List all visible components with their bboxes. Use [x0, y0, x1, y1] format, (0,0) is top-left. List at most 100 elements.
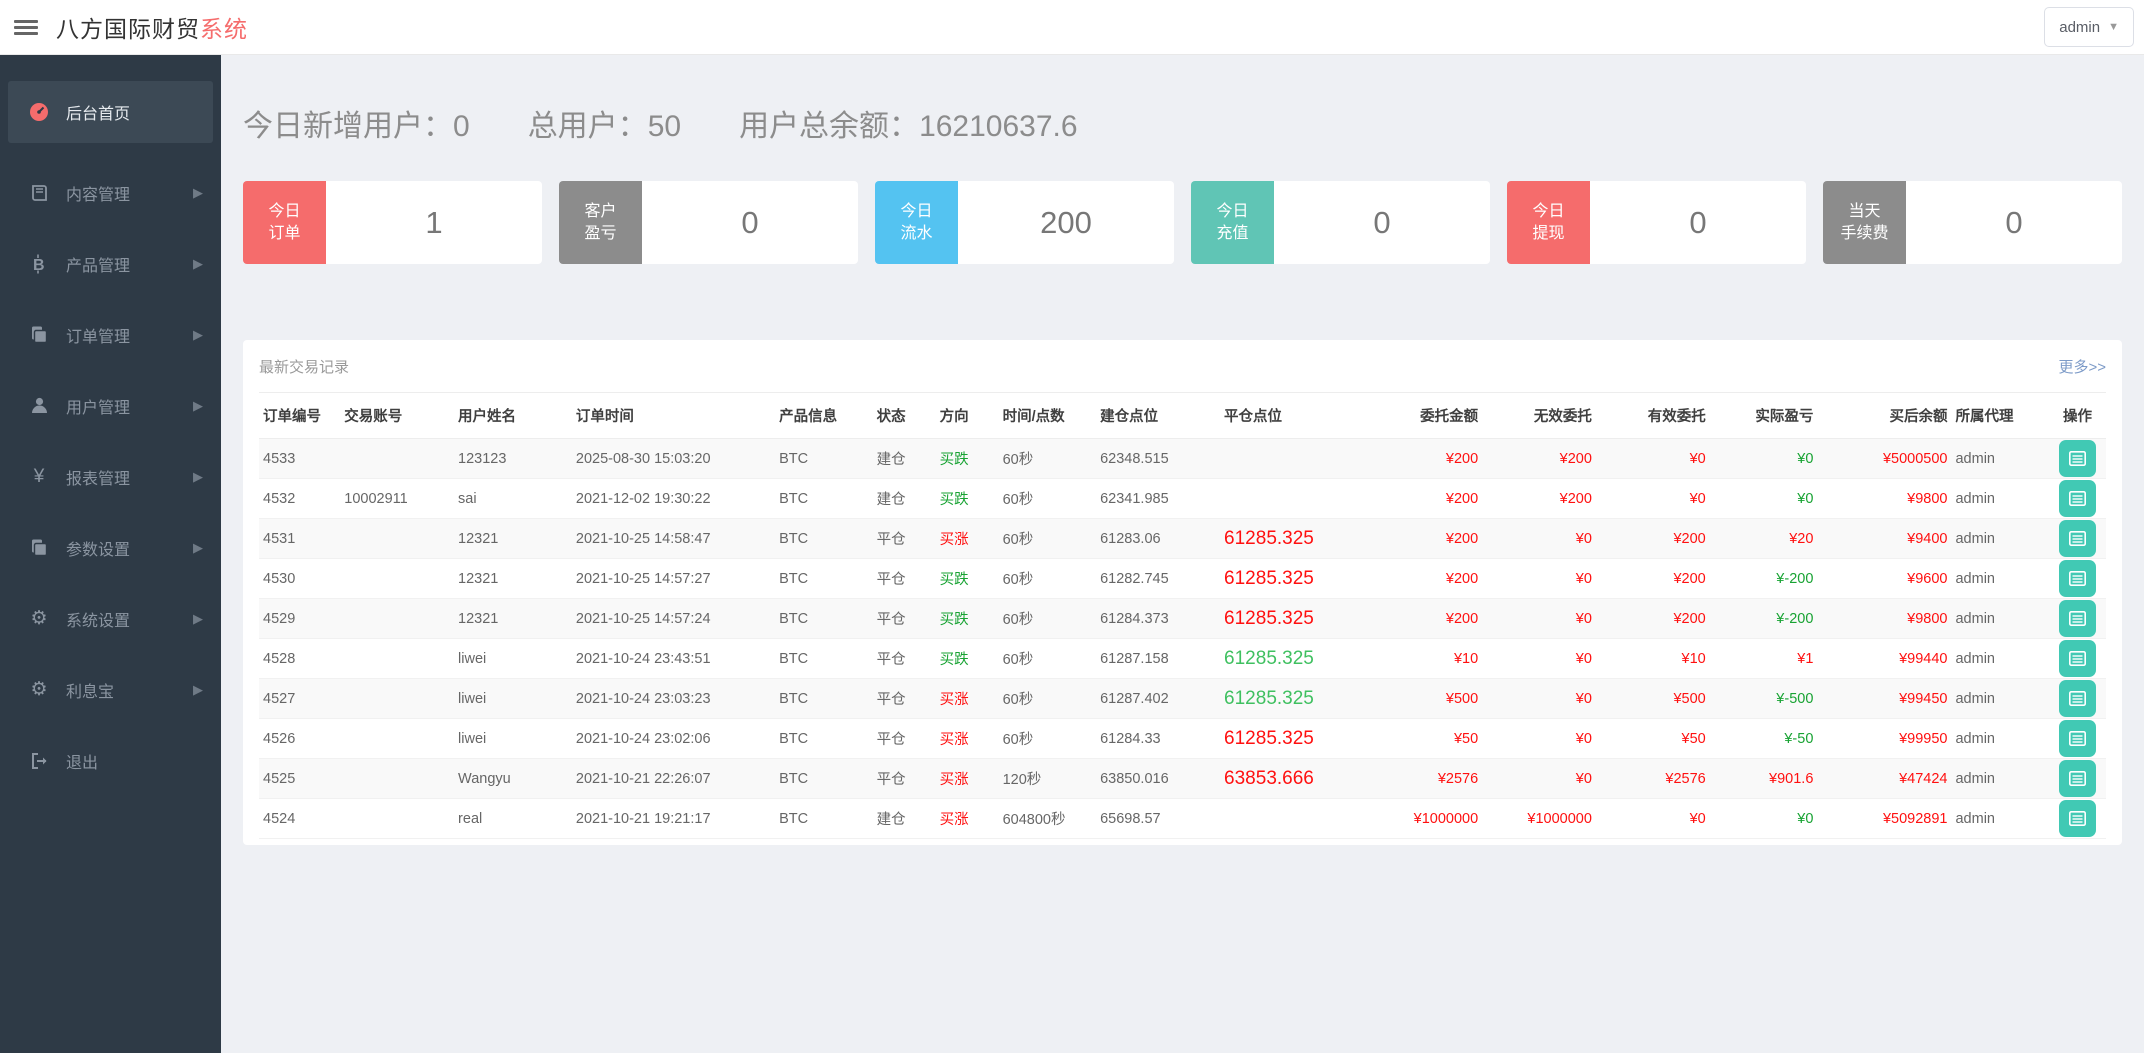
- column-header-balance: 买后余额: [1817, 393, 1951, 439]
- cell-id: 4527: [259, 679, 340, 719]
- summary-stats: 今日新增用户：0 总用户：50 用户总余额：16210637.6: [243, 101, 2122, 145]
- files-icon: [26, 325, 52, 344]
- cell-action: [2049, 799, 2106, 839]
- stat-card-today-fees: 当天手续费0: [1823, 181, 2122, 264]
- user-name: admin: [2059, 19, 2100, 36]
- cell-id: 4524: [259, 799, 340, 839]
- stat-card-value: 0: [1590, 181, 1806, 264]
- cell-close: 61285.325: [1220, 559, 1362, 599]
- cell-agent: admin: [1951, 439, 2049, 479]
- chevron-right-icon: ▶: [193, 682, 203, 698]
- cell-open: 63850.016: [1096, 759, 1220, 799]
- stat-card-label: 当天手续费: [1823, 181, 1906, 264]
- cell-account: [340, 679, 454, 719]
- cell-action: [2049, 559, 2106, 599]
- cell-close: [1220, 439, 1362, 479]
- order-detail-button[interactable]: [2059, 720, 2096, 757]
- sidebar-item-params[interactable]: 参数设置▶: [0, 512, 221, 583]
- order-detail-button[interactable]: [2059, 480, 2096, 517]
- table-row: 4528liwei2021-10-24 23:43:51BTC平仓买跌60秒61…: [259, 639, 2106, 679]
- cell-duration: 60秒: [999, 639, 1097, 679]
- cell-agent: admin: [1951, 599, 2049, 639]
- cell-valid: ¥50: [1596, 719, 1710, 759]
- more-link[interactable]: 更多>>: [2058, 356, 2106, 377]
- cell-account: [340, 559, 454, 599]
- stat-card-value: 0: [1906, 181, 2122, 264]
- cell-product: BTC: [775, 639, 873, 679]
- sidebar-item-product[interactable]: B产品管理▶: [0, 228, 221, 299]
- stat-total-users: 总用户：50: [528, 101, 681, 145]
- top-bar: 八方国际财贸系统 admin ▼: [0, 0, 2144, 55]
- cell-account: [340, 599, 454, 639]
- cell-product: BTC: [775, 519, 873, 559]
- cell-product: BTC: [775, 719, 873, 759]
- cell-balance: ¥9800: [1817, 479, 1951, 519]
- cell-time: 2021-10-21 22:26:07: [572, 759, 775, 799]
- sidebar-item-order[interactable]: 订单管理▶: [0, 299, 221, 370]
- cell-name: 12321: [454, 519, 572, 559]
- sidebar-item-label: 报表管理: [66, 465, 130, 489]
- order-detail-button[interactable]: [2059, 800, 2096, 837]
- cell-account: [340, 639, 454, 679]
- stat-card-value: 0: [642, 181, 858, 264]
- order-detail-button[interactable]: [2059, 440, 2096, 477]
- cell-name: liwei: [454, 719, 572, 759]
- cell-invalid: ¥0: [1482, 759, 1596, 799]
- main-layout: 后台首页内容管理▶B产品管理▶订单管理▶用户管理▶¥报表管理▶参数设置▶⚙系统设…: [0, 55, 2144, 1053]
- hamburger-menu-icon[interactable]: [14, 17, 38, 38]
- header-row: 订单编号交易账号用户姓名订单时间产品信息状态方向时间/点数建仓点位平仓点位委托金…: [259, 393, 2106, 439]
- order-detail-button[interactable]: [2059, 680, 2096, 717]
- sidebar-item-logout[interactable]: 退出: [0, 725, 221, 796]
- order-detail-button[interactable]: [2059, 560, 2096, 597]
- chevron-right-icon: ▶: [193, 256, 203, 272]
- stat-total-balance: 用户总余额：16210637.6: [739, 101, 1078, 145]
- cell-open: 61284.373: [1096, 599, 1220, 639]
- cell-time: 2021-10-24 23:03:23: [572, 679, 775, 719]
- files-icon: [26, 538, 52, 557]
- cell-product: BTC: [775, 559, 873, 599]
- sidebar-item-interest[interactable]: ⚙利息宝▶: [0, 654, 221, 725]
- cell-open: 61287.402: [1096, 679, 1220, 719]
- cell-id: 4526: [259, 719, 340, 759]
- cell-name: liwei: [454, 679, 572, 719]
- order-detail-button[interactable]: [2059, 760, 2096, 797]
- cell-invalid: ¥0: [1482, 599, 1596, 639]
- cell-close: 63853.666: [1220, 759, 1362, 799]
- order-detail-button[interactable]: [2059, 520, 2096, 557]
- gears-icon: ⚙: [26, 678, 52, 701]
- cell-amount: ¥1000000: [1362, 799, 1482, 839]
- cell-valid: ¥200: [1596, 559, 1710, 599]
- stat-card-label: 今日充值: [1191, 181, 1274, 264]
- list-icon: [2069, 531, 2086, 546]
- chevron-right-icon: ▶: [193, 469, 203, 485]
- cell-name: sai: [454, 479, 572, 519]
- sidebar-item-dashboard[interactable]: 后台首页: [8, 81, 213, 143]
- cell-action: [2049, 719, 2106, 759]
- cell-agent: admin: [1951, 559, 2049, 599]
- column-header-duration: 时间/点数: [999, 393, 1097, 439]
- cell-valid: ¥0: [1596, 439, 1710, 479]
- sidebar-item-user[interactable]: 用户管理▶: [0, 370, 221, 441]
- stat-card-today-withdraw: 今日提现0: [1507, 181, 1806, 264]
- sidebar-item-report[interactable]: ¥报表管理▶: [0, 441, 221, 512]
- trades-table-head: 订单编号交易账号用户姓名订单时间产品信息状态方向时间/点数建仓点位平仓点位委托金…: [259, 393, 2106, 439]
- column-header-status: 状态: [873, 393, 936, 439]
- table-row: 4524real2021-10-21 19:21:17BTC建仓买涨604800…: [259, 799, 2106, 839]
- order-detail-button[interactable]: [2059, 640, 2096, 677]
- cell-duration: 120秒: [999, 759, 1097, 799]
- stat-card-label: 客户盈亏: [559, 181, 642, 264]
- cell-balance: ¥99450: [1817, 679, 1951, 719]
- cell-amount: ¥200: [1362, 519, 1482, 559]
- sidebar-item-content[interactable]: 内容管理▶: [0, 157, 221, 228]
- cell-status: 平仓: [873, 599, 936, 639]
- cell-direction: 买涨: [936, 679, 999, 719]
- stat-new-users-value: 0: [453, 110, 470, 143]
- cell-product: BTC: [775, 679, 873, 719]
- cell-id: 4531: [259, 519, 340, 559]
- cell-name: 12321: [454, 559, 572, 599]
- table-row: 4530123212021-10-25 14:57:27BTC平仓买跌60秒61…: [259, 559, 2106, 599]
- order-detail-button[interactable]: [2059, 600, 2096, 637]
- cell-amount: ¥200: [1362, 479, 1482, 519]
- sidebar-item-system[interactable]: ⚙系统设置▶: [0, 583, 221, 654]
- user-menu-button[interactable]: admin ▼: [2044, 7, 2134, 47]
